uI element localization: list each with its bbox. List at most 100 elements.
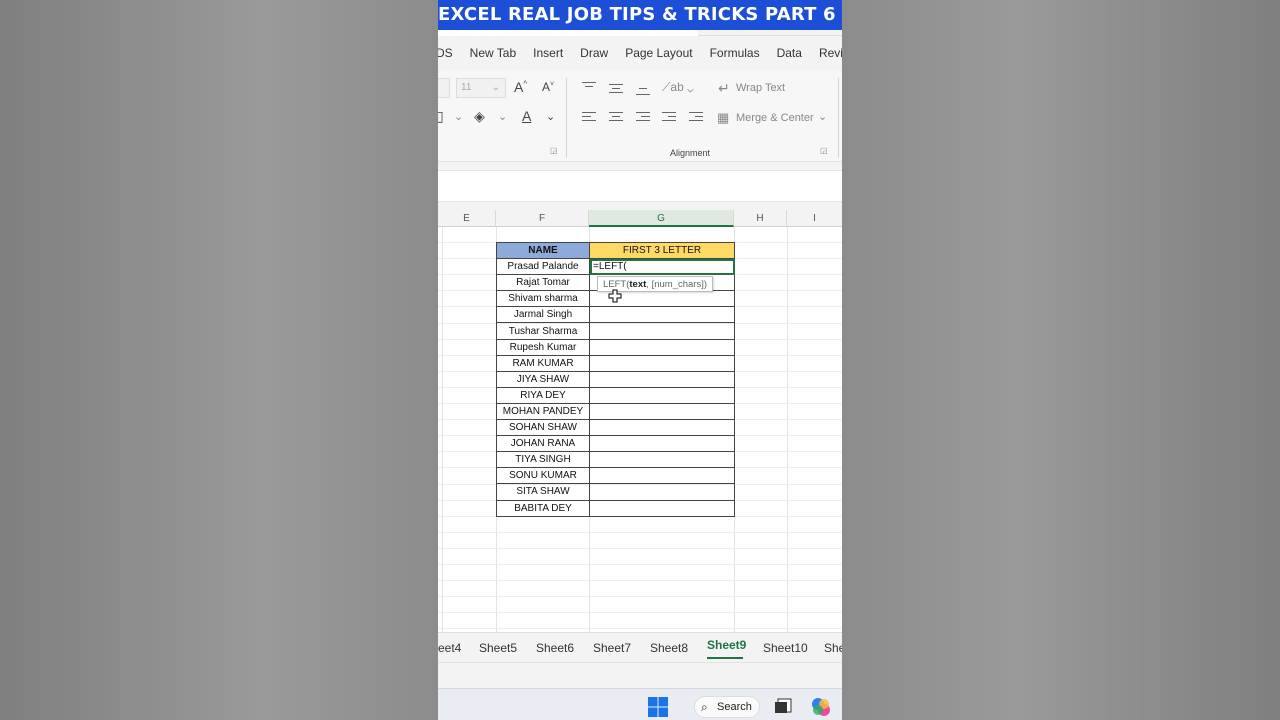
sheet-tab-8[interactable]: Sheet8 <box>650 641 688 655</box>
name-cell[interactable]: Tushar Sharma <box>496 322 590 340</box>
font-color-icon[interactable]: A <box>522 108 531 124</box>
menu-tab-page-layout[interactable]: Page Layout <box>625 46 692 60</box>
align-center-icon[interactable] <box>609 112 623 122</box>
grid-row-line <box>438 580 842 582</box>
sheet-tab-6[interactable]: Sheet6 <box>536 641 574 655</box>
sheet-tab-9[interactable]: Sheet9 <box>707 638 746 652</box>
name-cell[interactable]: SONU KUMAR <box>496 467 590 485</box>
align-right-icon[interactable] <box>636 112 650 122</box>
chevron-down-icon[interactable]: ⌄ <box>454 110 463 123</box>
first-3-letter-cell[interactable] <box>589 354 735 372</box>
name-cell[interactable]: Shivam sharma <box>496 290 590 308</box>
taskbar-search[interactable]: ⌕ Search <box>694 696 760 718</box>
name-cell[interactable]: Rajat Tomar <box>496 274 590 292</box>
menu-tab-draw[interactable]: Draw <box>580 46 608 60</box>
column-header-e[interactable]: E <box>438 210 496 227</box>
align-left-icon[interactable] <box>582 112 596 122</box>
merge-center-icon[interactable]: ▦ <box>717 110 729 126</box>
menu-tab-review[interactable]: Review <box>819 46 842 60</box>
alignment-group-label: Alignment <box>670 148 711 158</box>
decrease-font-icon[interactable]: A˅ <box>542 80 554 94</box>
table-row: RAM KUMAR <box>496 354 735 372</box>
table-row: SOHAN SHAW <box>496 419 735 437</box>
copilot-icon[interactable] <box>811 697 831 717</box>
name-cell[interactable]: Prasad Palande <box>496 258 590 276</box>
first-3-letter-cell[interactable] <box>589 435 735 453</box>
top-align-icon[interactable] <box>582 82 596 92</box>
name-cell[interactable]: TIYA SINGH <box>496 451 590 469</box>
windows-start-icon[interactable] <box>648 697 668 717</box>
chevron-down-icon[interactable]: ⌄ <box>818 110 827 123</box>
chevron-down-icon[interactable]: ⌄ <box>498 110 507 123</box>
group-separator <box>838 78 839 158</box>
font-size-value: 11 <box>461 82 472 93</box>
first-3-letter-cell[interactable] <box>589 499 735 517</box>
ribbon: 11 ⌄ A^ A˅ ▯ ⌄ ◈ ⌄ A ⌄ ◲ ⟋ab ⌄ ↵ Wrap Te… <box>438 70 842 162</box>
dialog-launcher-icon[interactable]: ◲ <box>820 146 828 155</box>
chevron-down-icon: ⌄ <box>491 82 500 93</box>
orientation-icon[interactable]: ⟋ab ⌄ <box>662 80 694 95</box>
name-cell[interactable]: SOHAN SHAW <box>496 419 590 437</box>
borders-icon[interactable]: ▯ <box>438 108 444 125</box>
merge-center-label[interactable]: Merge & Center <box>736 112 814 124</box>
name-cell[interactable]: MOHAN PANDEY <box>496 402 590 421</box>
column-headers: E F G H I <box>438 210 842 227</box>
font-name-box[interactable] <box>438 78 450 98</box>
formula-bar-area <box>438 162 842 210</box>
sheet-tab-4[interactable]: eet4 <box>438 641 461 655</box>
name-cell[interactable]: BABITA DEY <box>496 499 590 517</box>
column-header-g[interactable]: G <box>589 210 734 227</box>
first-3-letter-cell[interactable] <box>589 483 735 501</box>
chevron-down-icon[interactable]: ⌄ <box>546 110 555 123</box>
name-header-cell[interactable]: NAME <box>496 241 590 260</box>
formula-bar[interactable] <box>438 170 842 202</box>
bottom-align-icon[interactable] <box>636 84 650 96</box>
first-3-letter-cell[interactable] <box>589 370 735 388</box>
name-cell[interactable]: Jarmal Singh <box>496 306 590 324</box>
wrap-text-label[interactable]: Wrap Text <box>736 82 785 94</box>
menu-tab-new-tab[interactable]: New Tab <box>470 46 516 60</box>
sheet-tab-7[interactable]: Sheet7 <box>593 641 631 655</box>
grid-row-line <box>438 564 842 565</box>
active-formula-cell[interactable]: =LEFT( <box>589 258 735 276</box>
table-row: JOHAN RANA <box>496 435 735 453</box>
menu-tab-formulas[interactable]: Formulas <box>710 46 760 60</box>
wrap-text-icon[interactable]: ↵ <box>718 80 730 97</box>
name-cell[interactable]: RIYA DEY <box>496 386 590 404</box>
first-3-letter-cell[interactable] <box>589 451 735 469</box>
decrease-indent-icon[interactable] <box>662 112 676 122</box>
increase-font-icon[interactable]: A^ <box>514 79 527 95</box>
name-cell[interactable]: Rupesh Kumar <box>496 338 590 356</box>
first-3-letter-header-cell[interactable]: FIRST 3 LETTER <box>589 241 735 260</box>
column-header-h[interactable]: H <box>734 210 787 227</box>
first-3-letter-cell[interactable] <box>589 402 735 421</box>
middle-align-icon[interactable] <box>609 84 623 94</box>
tooltip-arg-text[interactable]: text <box>629 279 646 290</box>
fill-color-icon[interactable]: ◈ <box>474 108 485 125</box>
dialog-launcher-icon[interactable]: ◲ <box>550 146 558 155</box>
sheet-tab-5[interactable]: Sheet5 <box>479 641 517 655</box>
menu-tab-insert[interactable]: Insert <box>533 46 563 60</box>
first-3-letter-cell[interactable] <box>589 419 735 437</box>
first-3-letter-cell[interactable] <box>589 322 735 340</box>
blurred-background-right <box>842 0 1280 720</box>
menu-tab-ds[interactable]: DS <box>438 46 453 60</box>
name-cell[interactable]: RAM KUMAR <box>496 354 590 372</box>
sheet-tab-11[interactable]: She <box>824 641 842 655</box>
increase-indent-icon[interactable] <box>689 112 703 122</box>
column-header-i[interactable]: I <box>787 210 842 227</box>
column-header-f[interactable]: F <box>496 210 589 227</box>
task-view-icon[interactable] <box>774 698 792 714</box>
name-cell[interactable]: SITA SHAW <box>496 483 590 501</box>
first-3-letter-cell[interactable] <box>589 386 735 404</box>
name-cell[interactable]: JIYA SHAW <box>496 370 590 388</box>
group-separator <box>566 78 567 158</box>
first-3-letter-cell[interactable] <box>589 306 735 324</box>
first-3-letter-cell[interactable] <box>589 338 735 356</box>
sheet-tab-10[interactable]: Sheet10 <box>763 641 808 655</box>
menu-tab-data[interactable]: Data <box>777 46 802 60</box>
font-size-box[interactable]: 11 ⌄ <box>456 78 506 98</box>
table-row: Prasad Palande =LEFT( <box>496 258 735 276</box>
name-cell[interactable]: JOHAN RANA <box>496 435 590 453</box>
first-3-letter-cell[interactable] <box>589 467 735 485</box>
